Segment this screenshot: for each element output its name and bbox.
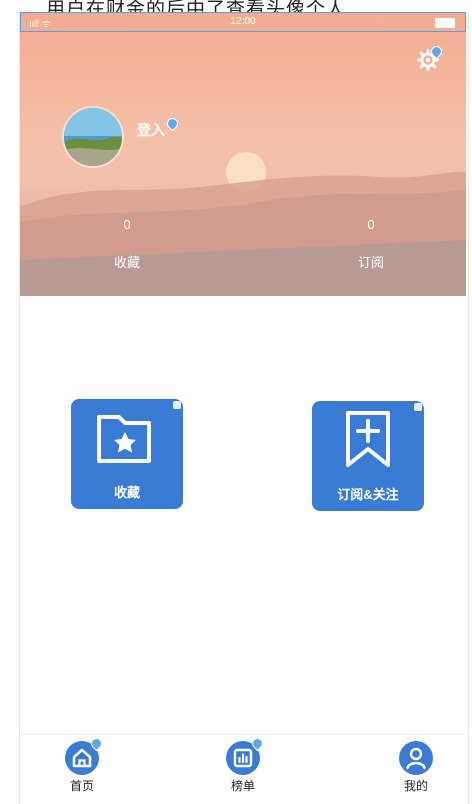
- phone-screen: 登入 0 收藏 0 订阅 ııll ᯤ 12:00 收藏 订阅&关注 首页 榜单…: [19, 12, 469, 804]
- nav-rankings[interactable]: 榜单: [213, 735, 273, 794]
- stat-favorites[interactable]: 0 收藏: [67, 217, 187, 271]
- corner-badge-icon: [414, 403, 422, 411]
- avatar[interactable]: [62, 106, 124, 168]
- nav-home[interactable]: 首页: [52, 735, 112, 794]
- nav-rankings-label: 榜单: [230, 779, 255, 793]
- stat-subscriptions[interactable]: 0 订阅: [311, 217, 431, 271]
- nav-mine-label: 我的: [403, 779, 428, 793]
- stat-subscriptions-value: 0: [367, 217, 375, 232]
- bookmark-plus-icon: [346, 411, 390, 467]
- settings-icon[interactable]: [416, 43, 445, 72]
- stat-subscriptions-label: 订阅: [357, 255, 384, 270]
- user-icon: [406, 747, 426, 770]
- favorites-label: 收藏: [113, 485, 140, 500]
- subscribe-follow-label: 订阅&关注: [337, 487, 399, 502]
- folder-star-icon: [97, 415, 151, 463]
- login-link[interactable]: 登入: [137, 115, 181, 140]
- bottom-nav: 首页 榜单 我的: [20, 734, 466, 804]
- nav-home-label: 首页: [69, 779, 94, 793]
- status-bar: ııll ᯤ 12:00: [20, 12, 466, 32]
- subscribe-follow-button[interactable]: 订阅&关注: [312, 401, 424, 511]
- corner-badge-icon: [173, 401, 181, 409]
- profile-header: 登入 0 收藏 0 订阅: [20, 12, 466, 296]
- status-time: 12:00: [230, 16, 256, 27]
- battery-icon: [435, 18, 455, 28]
- login-label: 登入: [137, 122, 165, 138]
- nav-mine[interactable]: 我的: [386, 735, 446, 794]
- stat-favorites-label: 收藏: [113, 255, 140, 270]
- stat-favorites-value: 0: [123, 217, 131, 232]
- favorites-button[interactable]: 收藏: [71, 399, 183, 509]
